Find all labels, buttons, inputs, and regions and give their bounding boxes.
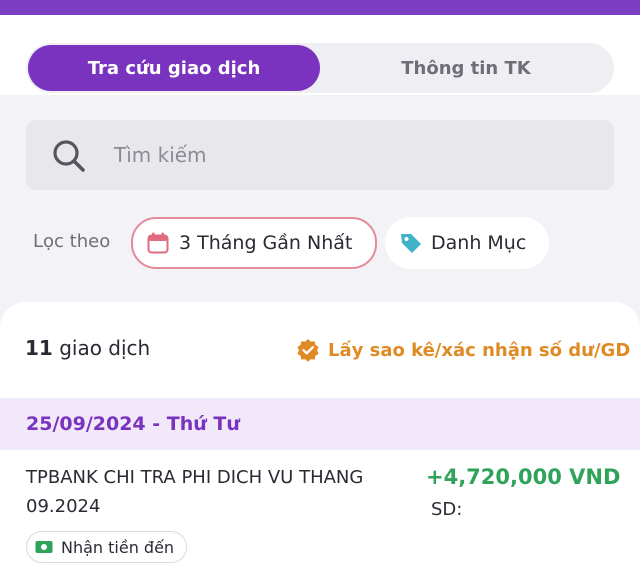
date-group-label: 25/09/2024 - Thứ Tư [26, 413, 240, 435]
date-group-header: 25/09/2024 - Thứ Tư [0, 398, 640, 450]
transaction-description[interactable]: TPBANK CHI TRA PHI DICH VU THANG 09.2024 [26, 463, 396, 521]
date-range-label: 3 Tháng Gần Nhất [179, 232, 353, 254]
search-input[interactable]: Tìm kiếm [26, 120, 614, 190]
money-icon [35, 541, 53, 553]
category-filter-chip[interactable]: Danh Mục [385, 217, 549, 269]
statement-request-label: Lấy sao kê/xác nhận số dư/GD [328, 339, 631, 361]
tag-icon [401, 234, 421, 253]
header-bar [0, 0, 640, 15]
transaction-count: 11 giao dịch [25, 336, 150, 360]
tab-switcher: Tra cứu giao dịch Thông tin TK [26, 43, 614, 93]
search-icon [53, 140, 85, 172]
search-placeholder: Tìm kiếm [114, 143, 207, 167]
tab-account-info[interactable]: Thông tin TK [320, 45, 612, 91]
date-range-filter-chip[interactable]: 3 Tháng Gần Nhất [131, 217, 377, 269]
transaction-count-number: 11 [25, 336, 53, 360]
transaction-amount: +4,720,000 VND [426, 465, 621, 489]
statement-request-link[interactable]: Lấy sao kê/xác nhận số dư/GD [296, 336, 630, 364]
filter-label: Lọc theo [33, 231, 111, 252]
transaction-type-tag: Nhận tiền đến [26, 531, 188, 563]
category-label: Danh Mục [431, 232, 527, 254]
transaction-balance: SD: [431, 499, 463, 520]
transaction-type-label: Nhận tiền đến [61, 537, 175, 557]
tab-transaction-search[interactable]: Tra cứu giao dịch [28, 45, 320, 91]
verified-badge-icon [297, 339, 319, 362]
calendar-icon [147, 232, 169, 254]
transaction-count-suffix: giao dịch [59, 336, 151, 360]
